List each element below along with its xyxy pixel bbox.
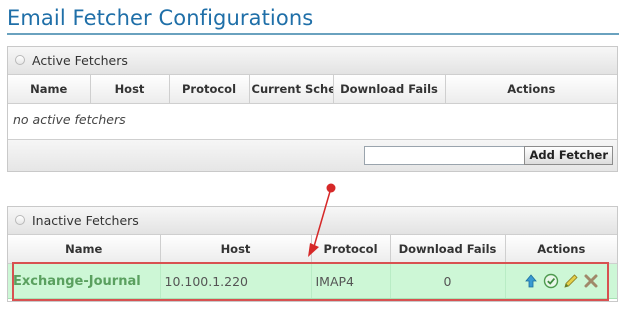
inactive-fetchers-header[interactable]: Inactive Fetchers bbox=[8, 207, 617, 235]
col-actions[interactable]: Actions bbox=[505, 235, 617, 264]
col-download-fails[interactable]: Download Fails bbox=[390, 235, 506, 264]
fetcher-download-fails: 0 bbox=[390, 263, 506, 299]
active-fetchers-header[interactable]: Active Fetchers bbox=[8, 47, 617, 75]
active-fetchers-footer: Add Fetcher bbox=[8, 139, 617, 171]
title-divider bbox=[7, 33, 619, 35]
new-fetcher-input[interactable] bbox=[364, 146, 526, 165]
inactive-fetchers-table: Name Host Protocol Download Fails Action… bbox=[8, 235, 617, 299]
inactive-fetchers-panel: Inactive Fetchers Name Host Protocol Dow… bbox=[7, 206, 618, 302]
move-up-icon[interactable] bbox=[523, 273, 539, 289]
activate-check-icon[interactable] bbox=[543, 273, 559, 289]
col-host[interactable]: Host bbox=[90, 75, 170, 104]
fetcher-actions bbox=[505, 263, 617, 299]
col-actions[interactable]: Actions bbox=[445, 75, 617, 104]
col-download-fails[interactable]: Download Fails bbox=[333, 75, 446, 104]
col-host[interactable]: Host bbox=[160, 235, 312, 264]
delete-x-icon[interactable] bbox=[583, 273, 599, 289]
active-fetchers-table: Name Host Protocol Current Sched Downloa… bbox=[8, 75, 617, 134]
table-row[interactable]: Exchange-Journal 10.100.1.220 IMAP4 0 bbox=[8, 263, 617, 299]
empty-state-text: no active fetchers bbox=[13, 111, 126, 127]
edit-pencil-icon[interactable] bbox=[563, 273, 579, 289]
fetcher-host: 10.100.1.220 bbox=[160, 263, 312, 299]
col-name[interactable]: Name bbox=[8, 75, 91, 104]
inactive-fetchers-title: Inactive Fetchers bbox=[32, 213, 139, 228]
col-name[interactable]: Name bbox=[8, 235, 161, 264]
active-fetchers-title: Active Fetchers bbox=[32, 53, 128, 68]
col-protocol[interactable]: Protocol bbox=[169, 75, 250, 104]
col-protocol[interactable]: Protocol bbox=[311, 235, 391, 264]
collapse-radio-icon[interactable] bbox=[15, 215, 25, 225]
active-fetchers-panel: Active Fetchers Name Host Protocol Curre… bbox=[7, 46, 618, 172]
fetcher-protocol: IMAP4 bbox=[311, 263, 391, 299]
fetcher-name[interactable]: Exchange-Journal bbox=[8, 263, 161, 299]
col-current-schedule[interactable]: Current Sched bbox=[249, 75, 334, 104]
collapse-radio-icon[interactable] bbox=[15, 55, 25, 65]
page-title: Email Fetcher Configurations bbox=[7, 6, 314, 30]
add-fetcher-button[interactable]: Add Fetcher bbox=[524, 146, 613, 165]
